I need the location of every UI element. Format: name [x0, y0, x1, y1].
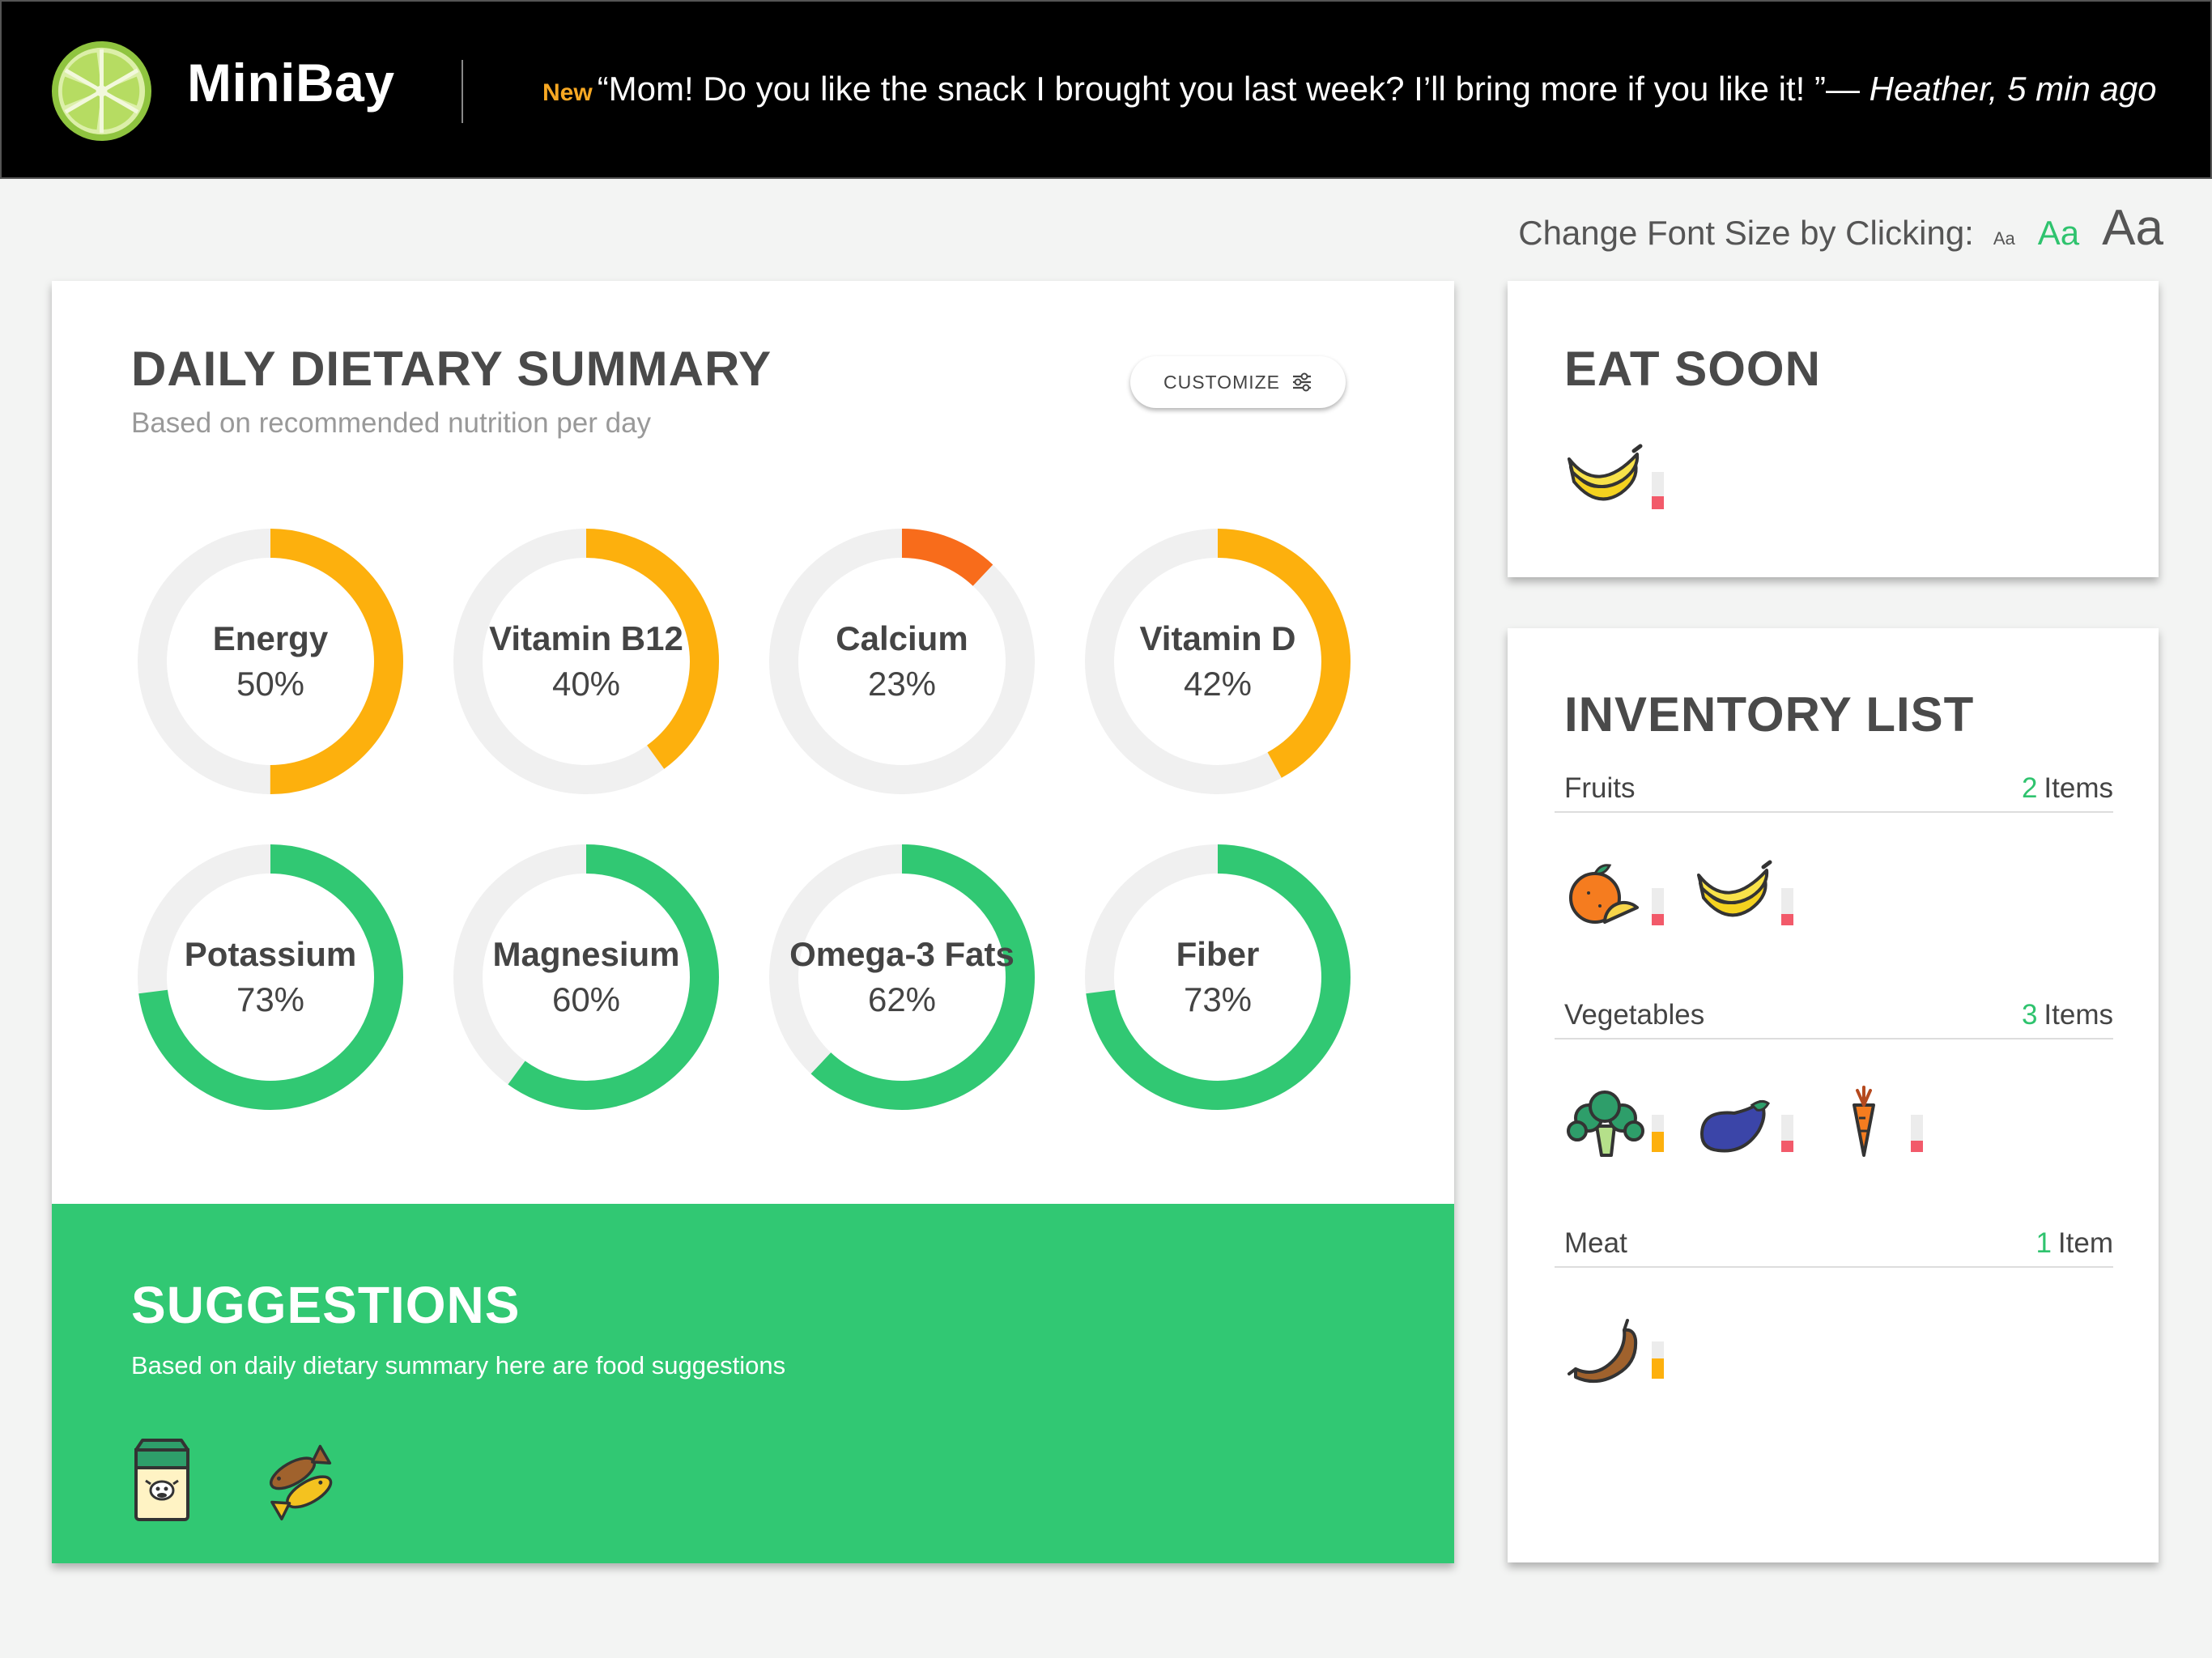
- freshness-meter: [1781, 1115, 1793, 1152]
- nutrient-name: Calcium: [836, 619, 968, 657]
- ring-label: Fiber 73%: [1080, 840, 1355, 1115]
- font-size-small-button[interactable]: Aa: [1993, 228, 2015, 249]
- ticker-dash: —: [1825, 70, 1870, 108]
- app-title: MiniBay: [187, 53, 395, 113]
- freshness-level: [1652, 914, 1664, 925]
- freshness-meter: [1652, 888, 1664, 925]
- category-name: Fruits: [1564, 772, 1636, 804]
- nutrient-percent: 60%: [551, 980, 621, 1018]
- ring-label: Omega-3 Fats 62%: [764, 840, 1040, 1115]
- ring-label: Vitamin D 42%: [1080, 524, 1355, 799]
- fish-icon[interactable]: [261, 1441, 342, 1522]
- nutrient-percent: 50%: [236, 665, 305, 703]
- eat-soon-title: EAT SOON: [1564, 342, 1821, 396]
- ring-label: Energy 50%: [133, 524, 408, 799]
- new-badge: New: [542, 79, 593, 106]
- inventory-category-vegetables[interactable]: Vegetables 3 Items: [1555, 975, 2113, 1039]
- ring-label: Vitamin B12 40%: [449, 524, 724, 799]
- ticker-quote: “Mom! Do you like the snack I brought yo…: [597, 70, 1826, 108]
- category-name: Vegetables: [1564, 999, 1705, 1031]
- nutrient-rings: Energy 50% Vitamin B12 40% Calcium 23% Vitamin…: [52, 281, 1454, 1171]
- font-size-bar: Change Font Size by Clicking: Aa Aa Aa: [1518, 199, 2163, 257]
- freshness-meter: [1652, 1115, 1664, 1152]
- nutrient-percent: 73%: [1183, 980, 1253, 1018]
- nutrient-name: Omega-3 Fats: [789, 935, 1015, 973]
- nutrient-ring-magnesium[interactable]: Magnesium 60%: [449, 840, 724, 1115]
- freshness-meter: [1911, 1115, 1923, 1152]
- freshness-level: [1652, 495, 1664, 509]
- freshness-meter: [1781, 888, 1793, 925]
- freshness-level: [1781, 1141, 1793, 1152]
- freshness-level: [1911, 1141, 1923, 1152]
- inventory-title: INVENTORY LIST: [1564, 687, 1975, 742]
- nutrient-name: Potassium: [184, 935, 357, 973]
- nutrient-name: Magnesium: [492, 935, 680, 973]
- freshness-meter: [1652, 1341, 1664, 1379]
- daily-dietary-summary-card: DAILY DIETARY SUMMARY Based on recommend…: [52, 281, 1454, 1563]
- top-bar: MiniBay New “Mom! Do you like the snack I…: [0, 0, 2212, 179]
- nutrient-ring-vitamin-d[interactable]: Vitamin D 42%: [1080, 524, 1355, 799]
- category-count: 3 Items: [2021, 999, 2113, 1031]
- orange-icon[interactable]: [1564, 859, 1645, 932]
- banana-icon[interactable]: [1694, 859, 1775, 932]
- freshness-level: [1652, 1131, 1664, 1152]
- font-size-large-button[interactable]: Aa: [2102, 199, 2163, 257]
- nutrient-percent: 73%: [236, 980, 305, 1018]
- suggestions-panel: SUGGESTIONS Based on daily dietary summa…: [52, 1204, 1454, 1563]
- category-name: Meat: [1564, 1227, 1627, 1259]
- suggestions-title: SUGGESTIONS: [131, 1276, 521, 1334]
- message-ticker[interactable]: New “Mom! Do you like the snack I brought…: [542, 70, 2157, 108]
- nutrient-ring-calcium[interactable]: Calcium 23%: [764, 524, 1040, 799]
- font-size-label: Change Font Size by Clicking:: [1518, 214, 1974, 252]
- sausage-icon[interactable]: [1564, 1312, 1645, 1385]
- nutrient-ring-vitamin-b12[interactable]: Vitamin B12 40%: [449, 524, 724, 799]
- ring-label: Calcium 23%: [764, 524, 1040, 799]
- freshness-meter: [1652, 472, 1664, 509]
- carrot-icon[interactable]: [1823, 1086, 1904, 1158]
- nutrient-name: Vitamin B12: [489, 619, 683, 657]
- nutrient-ring-energy[interactable]: Energy 50%: [133, 524, 408, 799]
- nutrient-ring-fiber[interactable]: Fiber 73%: [1080, 840, 1355, 1115]
- eat-soon-card: EAT SOON: [1508, 281, 2159, 577]
- nutrient-percent: 23%: [867, 665, 937, 703]
- nutrient-name: Energy: [212, 619, 329, 657]
- nutrient-ring-potassium[interactable]: Potassium 73%: [133, 840, 408, 1115]
- broccoli-icon[interactable]: [1564, 1086, 1645, 1158]
- nutrient-name: Fiber: [1176, 935, 1260, 973]
- milk-carton-icon[interactable]: [133, 1439, 191, 1523]
- inventory-category-meat[interactable]: Meat 1 Item: [1555, 1203, 2113, 1268]
- ring-label: Potassium 73%: [133, 840, 408, 1115]
- eggplant-icon[interactable]: [1694, 1086, 1775, 1158]
- inventory-category-fruits[interactable]: Fruits 2 Items: [1555, 748, 2113, 813]
- category-count: 2 Items: [2021, 772, 2113, 804]
- category-count: 1 Item: [2035, 1227, 2113, 1259]
- lime-logo-icon: [51, 40, 152, 142]
- nutrient-percent: 40%: [551, 665, 621, 703]
- ring-label: Magnesium 60%: [449, 840, 724, 1115]
- nutrient-percent: 62%: [867, 980, 937, 1018]
- nutrient-ring-omega-3-fats[interactable]: Omega-3 Fats 62%: [764, 840, 1040, 1115]
- suggestions-subtitle: Based on daily dietary summary here are …: [131, 1351, 786, 1380]
- inventory-list-card: INVENTORY LIST Fruits 2 Items Vegetables …: [1508, 628, 2159, 1562]
- nutrient-name: Vitamin D: [1139, 619, 1296, 657]
- banana-icon[interactable]: [1564, 443, 1645, 516]
- freshness-level: [1652, 1358, 1664, 1379]
- font-size-medium-button[interactable]: Aa: [2038, 214, 2079, 253]
- nutrient-percent: 42%: [1183, 665, 1253, 703]
- ticker-author: Heather, 5 min ago: [1869, 70, 2157, 108]
- header-divider: [462, 60, 463, 123]
- freshness-level: [1781, 914, 1793, 925]
